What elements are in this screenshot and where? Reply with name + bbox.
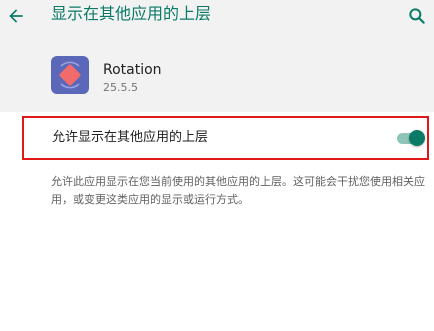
search-icon (409, 8, 425, 24)
toggle-thumb (409, 130, 425, 146)
back-arrow-icon (9, 9, 23, 23)
page-title: 显示在其他应用的上层 (51, 4, 212, 23)
top-app-bar: 显示在其他应用的上层 (0, 0, 434, 48)
allow-overlay-label: 允许显示在其他应用的上层 (52, 130, 209, 145)
app-version: 25.5.5 (103, 81, 138, 94)
search-button[interactable] (403, 2, 431, 30)
rotation-app-icon (51, 56, 89, 94)
setting-description: 允许此应用显示在您当前使用的其他应用的上层。这可能会干扰您使用相关应用，或变更这… (51, 175, 425, 206)
back-button[interactable] (2, 2, 30, 30)
allow-overlay-setting-row[interactable]: 允许显示在其他应用的上层 (22, 116, 429, 160)
allow-overlay-toggle[interactable] (397, 128, 425, 148)
app-name: Rotation (103, 62, 162, 78)
app-header: Rotation 25.5.5 (0, 48, 434, 112)
